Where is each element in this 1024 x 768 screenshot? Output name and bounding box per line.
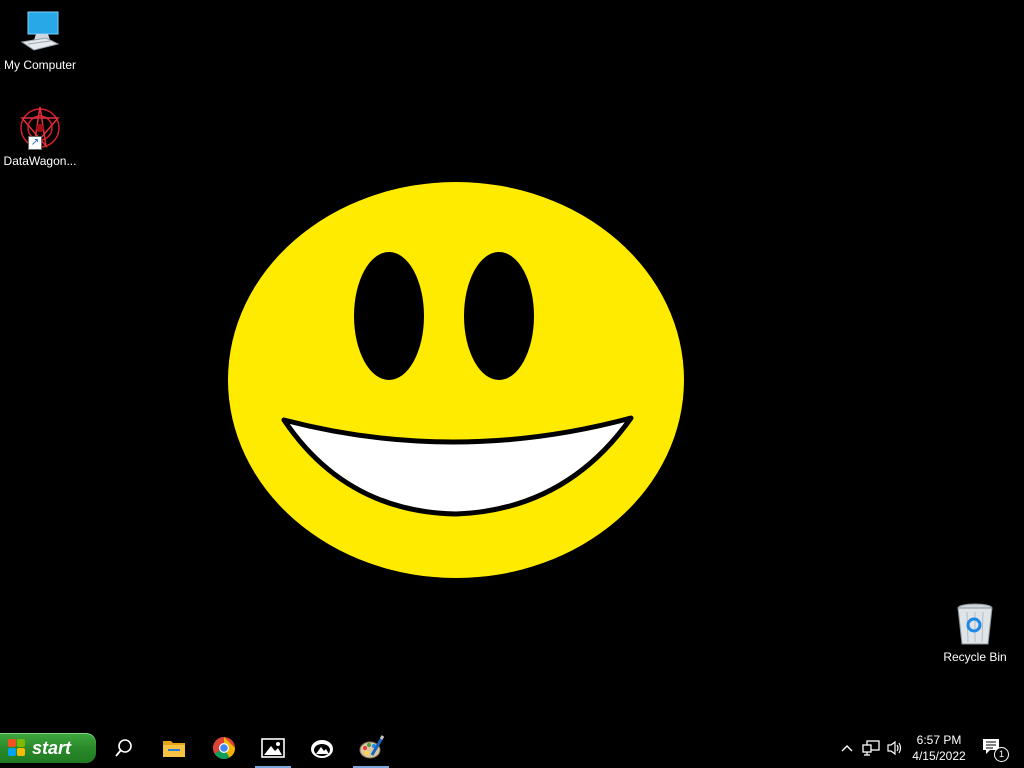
recycle-bin-icon bbox=[951, 600, 999, 648]
paint-icon bbox=[359, 735, 384, 759]
windows-flag-icon bbox=[8, 739, 26, 757]
taskbar-file-explorer[interactable] bbox=[154, 728, 194, 768]
smiley-left-eye bbox=[354, 252, 424, 380]
paint3d-icon bbox=[311, 740, 333, 758]
chrome-icon bbox=[213, 737, 235, 759]
tray-volume[interactable] bbox=[884, 728, 906, 768]
taskbar-photos[interactable] bbox=[253, 728, 293, 768]
desktop-icon-my-computer[interactable]: My Computer bbox=[0, 8, 80, 72]
search-icon bbox=[115, 739, 132, 757]
desktop-icon-label: Recycle Bin bbox=[943, 650, 1007, 664]
desktop-icon-datawagon[interactable]: ↗ DataWagon... bbox=[0, 104, 80, 168]
notification-count-badge: 1 bbox=[994, 747, 1009, 762]
smiley-face-wallpaper bbox=[228, 182, 684, 578]
tray-clock[interactable]: 6:57 PM 4/15/2022 bbox=[904, 732, 974, 764]
computer-icon bbox=[16, 8, 64, 56]
smiley-face bbox=[228, 182, 684, 578]
taskbar-chrome[interactable] bbox=[204, 728, 244, 768]
start-button[interactable]: start bbox=[0, 733, 96, 763]
taskbar-search-button[interactable] bbox=[104, 728, 144, 768]
folder-icon bbox=[163, 741, 185, 757]
taskbar: start 6:57 PM 4/15/2022 1 bbox=[0, 728, 1024, 768]
desktop-icon-label: DataWagon... bbox=[3, 154, 77, 168]
tray-network[interactable] bbox=[860, 728, 882, 768]
shortcut-arrow-icon: ↗ bbox=[28, 136, 42, 150]
start-label: start bbox=[32, 737, 72, 758]
datawagon-icon: ↗ bbox=[16, 104, 64, 152]
tray-show-hidden-icons[interactable] bbox=[838, 728, 856, 768]
desktop: My Computer ↗ DataWagon... Recycle Bin bbox=[0, 0, 1024, 728]
tray-notifications-button[interactable]: 1 bbox=[978, 728, 1009, 768]
taskbar-paint[interactable] bbox=[351, 728, 391, 768]
smiley-right-eye bbox=[464, 252, 534, 380]
chevron-up-icon bbox=[841, 745, 853, 752]
desktop-icon-label: My Computer bbox=[3, 58, 77, 72]
speaker-icon bbox=[887, 740, 902, 756]
clock-time: 6:57 PM bbox=[916, 733, 962, 747]
photos-icon bbox=[261, 738, 285, 758]
network-icon bbox=[862, 740, 880, 756]
taskbar-paint-3d[interactable] bbox=[302, 728, 342, 768]
desktop-icon-recycle-bin[interactable]: Recycle Bin bbox=[935, 600, 1015, 664]
clock-date: 4/15/2022 bbox=[912, 749, 966, 763]
